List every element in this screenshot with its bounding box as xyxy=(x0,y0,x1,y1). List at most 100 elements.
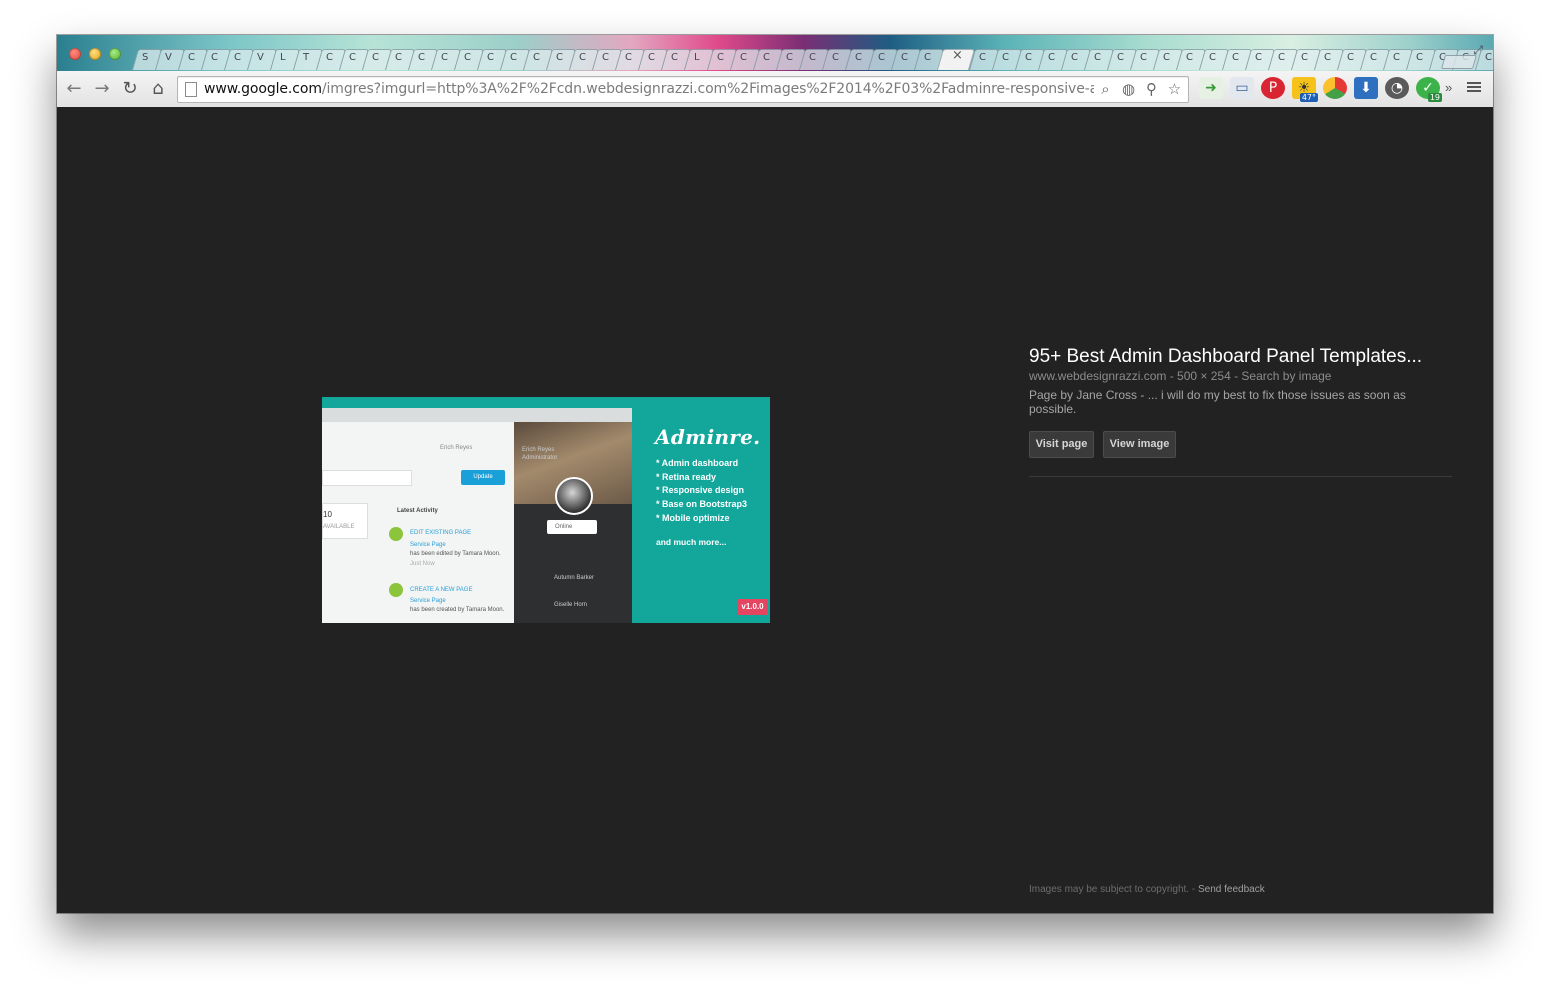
tab[interactable]: C xyxy=(798,47,830,70)
preview-avatar xyxy=(555,477,593,515)
tab[interactable]: C xyxy=(545,47,577,70)
tab[interactable]: C xyxy=(384,47,416,70)
tab[interactable]: L xyxy=(683,47,715,70)
tab[interactable]: C xyxy=(430,47,462,70)
home-icon[interactable]: ⌂ xyxy=(147,78,169,100)
result-title[interactable]: 95+ Best Admin Dashboard Panel Templates… xyxy=(1029,346,1422,368)
bookmark-star-icon[interactable]: ☆ xyxy=(1165,79,1184,99)
tab[interactable]: C xyxy=(1060,47,1092,70)
tab[interactable]: C xyxy=(1129,47,1161,70)
tab-favicon: C xyxy=(1347,52,1354,63)
tab[interactable]: C xyxy=(1359,47,1391,70)
tab[interactable]: C xyxy=(1037,47,1069,70)
tab[interactable]: T xyxy=(292,47,324,70)
zoom-icon[interactable]: ⚲ xyxy=(1142,79,1161,99)
lightbulb-icon[interactable]: ◍ xyxy=(1119,79,1138,99)
tab-favicon: C xyxy=(441,52,448,63)
more-extensions-icon[interactable]: » xyxy=(1445,80,1452,95)
tab[interactable]: C xyxy=(844,47,876,70)
tab[interactable]: C xyxy=(1198,47,1230,70)
weather-icon[interactable]: ☀ 47° xyxy=(1292,77,1318,102)
tab[interactable]: C xyxy=(591,47,623,70)
address-bar[interactable]: www.google.com/imgres?imgurl=http%3A%2F%… xyxy=(177,76,1189,103)
view-image-button[interactable]: View image xyxy=(1103,431,1176,458)
tab-close-icon[interactable]: × xyxy=(952,49,963,62)
tab[interactable]: C xyxy=(729,47,761,70)
close-window-button[interactable] xyxy=(69,48,81,60)
tab[interactable]: C xyxy=(1175,47,1207,70)
back-icon[interactable]: ← xyxy=(63,78,85,100)
tab[interactable]: C xyxy=(913,47,945,70)
tab[interactable]: C xyxy=(660,47,692,70)
window-extension-icon[interactable]: ▭ xyxy=(1230,77,1254,99)
tab[interactable]: C xyxy=(1267,47,1299,70)
tab[interactable]: C xyxy=(1336,47,1368,70)
tab[interactable]: C xyxy=(453,47,485,70)
tab[interactable]: C xyxy=(752,47,784,70)
toolbar: ← → ↻ ⌂ www.google.com/imgres?imgurl=htt… xyxy=(57,71,1493,108)
tab[interactable]: C xyxy=(200,47,232,70)
visit-page-button[interactable]: Visit page xyxy=(1029,431,1094,458)
tab[interactable]: C xyxy=(1405,47,1437,70)
menu-icon[interactable] xyxy=(1467,80,1481,94)
minimize-window-button[interactable] xyxy=(89,48,101,60)
preview-edit-desc: has been edited by Tamara Moon. xyxy=(410,551,501,557)
tab[interactable]: C xyxy=(1244,47,1276,70)
pinterest-icon[interactable]: P xyxy=(1261,77,1285,99)
send-feedback-link[interactable]: Send feedback xyxy=(1198,884,1265,895)
divider xyxy=(1029,476,1452,477)
tab[interactable]: C xyxy=(890,47,922,70)
tab[interactable]: C xyxy=(1221,47,1253,70)
tab[interactable]: C xyxy=(315,47,347,70)
tab[interactable]: C xyxy=(706,47,738,70)
tab[interactable]: C xyxy=(223,47,255,70)
tab[interactable]: C xyxy=(407,47,439,70)
tab[interactable]: S xyxy=(131,47,163,70)
tab[interactable]: V xyxy=(246,47,278,70)
tab[interactable]: C xyxy=(968,47,1000,70)
evernote-icon[interactable]: ✓ 19 xyxy=(1416,77,1442,102)
tab-active[interactable]: × xyxy=(936,47,976,70)
tab[interactable]: C xyxy=(1290,47,1322,70)
tab[interactable]: C xyxy=(499,47,531,70)
tab[interactable]: C xyxy=(476,47,508,70)
tab[interactable]: C xyxy=(991,47,1023,70)
tab[interactable]: C xyxy=(1014,47,1046,70)
clock-icon[interactable]: ◔ xyxy=(1385,77,1409,99)
tab[interactable]: C xyxy=(338,47,370,70)
search-by-image-icon[interactable]: ⌕ xyxy=(1096,79,1115,99)
tab[interactable]: C xyxy=(568,47,600,70)
url-text[interactable]: www.google.com/imgres?imgurl=http%3A%2F%… xyxy=(204,81,1094,98)
tab[interactable]: L xyxy=(269,47,301,70)
tab[interactable]: V xyxy=(154,47,186,70)
preview-create-desc: has been created by Tamara Moon. xyxy=(410,607,505,613)
tab-favicon: C xyxy=(786,52,793,63)
chrome-extension-icon[interactable] xyxy=(1323,77,1347,99)
tab-favicon: C xyxy=(1393,52,1400,63)
tab[interactable]: C xyxy=(361,47,393,70)
tab[interactable]: C xyxy=(867,47,899,70)
result-meta[interactable]: www.webdesignrazzi.com - 500 × 254 - Sea… xyxy=(1029,369,1331,383)
tab[interactable]: C xyxy=(637,47,669,70)
tab[interactable]: C xyxy=(1152,47,1184,70)
download-icon[interactable]: ⬇ xyxy=(1354,77,1378,99)
tab[interactable]: C xyxy=(821,47,853,70)
tab[interactable]: C xyxy=(1382,47,1414,70)
tab-favicon: C xyxy=(855,52,862,63)
preview-more-text: and much more... xyxy=(656,537,727,547)
new-tab-button[interactable] xyxy=(1440,55,1478,69)
tab[interactable]: C xyxy=(614,47,646,70)
tab[interactable]: C xyxy=(1106,47,1138,70)
share-extension-icon[interactable]: ➜ xyxy=(1199,77,1223,99)
zoom-window-button[interactable] xyxy=(109,48,121,60)
reload-icon[interactable]: ↻ xyxy=(119,78,141,100)
fullscreen-icon[interactable]: ⤢ xyxy=(1473,43,1483,58)
tab[interactable]: C xyxy=(775,47,807,70)
tab[interactable]: C xyxy=(522,47,554,70)
forward-icon[interactable]: → xyxy=(91,78,113,100)
preview-contact-1: Autumn Barker xyxy=(554,575,595,581)
tab[interactable]: C xyxy=(177,47,209,70)
tab[interactable]: C xyxy=(1083,47,1115,70)
image-preview[interactable]: Erich Reyes Administrator Erich Reyes Up… xyxy=(322,397,770,623)
tab[interactable]: C xyxy=(1313,47,1345,70)
